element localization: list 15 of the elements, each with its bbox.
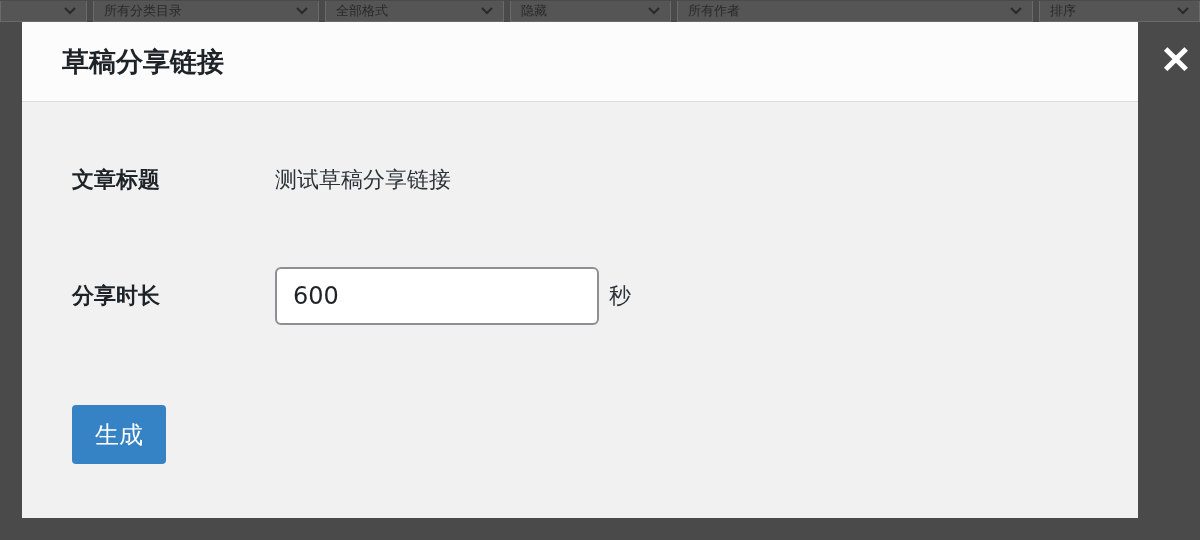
duration-field[interactable]: 600 bbox=[275, 267, 599, 325]
caret-icon bbox=[63, 6, 76, 15]
field-label: 文章标题 bbox=[72, 166, 161, 194]
caret-icon bbox=[1009, 6, 1022, 15]
caret-icon bbox=[648, 6, 661, 15]
caret-icon bbox=[295, 6, 308, 15]
caret-icon bbox=[481, 6, 494, 15]
dialog-title: 草稿分享链接 bbox=[62, 44, 224, 79]
field-label: 分享时长 bbox=[72, 282, 161, 310]
post-title-text: 测试草稿分享链接 bbox=[275, 166, 451, 194]
caret-icon bbox=[1177, 6, 1189, 15]
generate-button[interactable]: 生成 bbox=[72, 405, 166, 464]
unit-label: 秒 bbox=[609, 282, 631, 310]
close-button[interactable]: ✕ bbox=[1152, 36, 1200, 84]
filter-dropdown[interactable] bbox=[0, 0, 87, 22]
